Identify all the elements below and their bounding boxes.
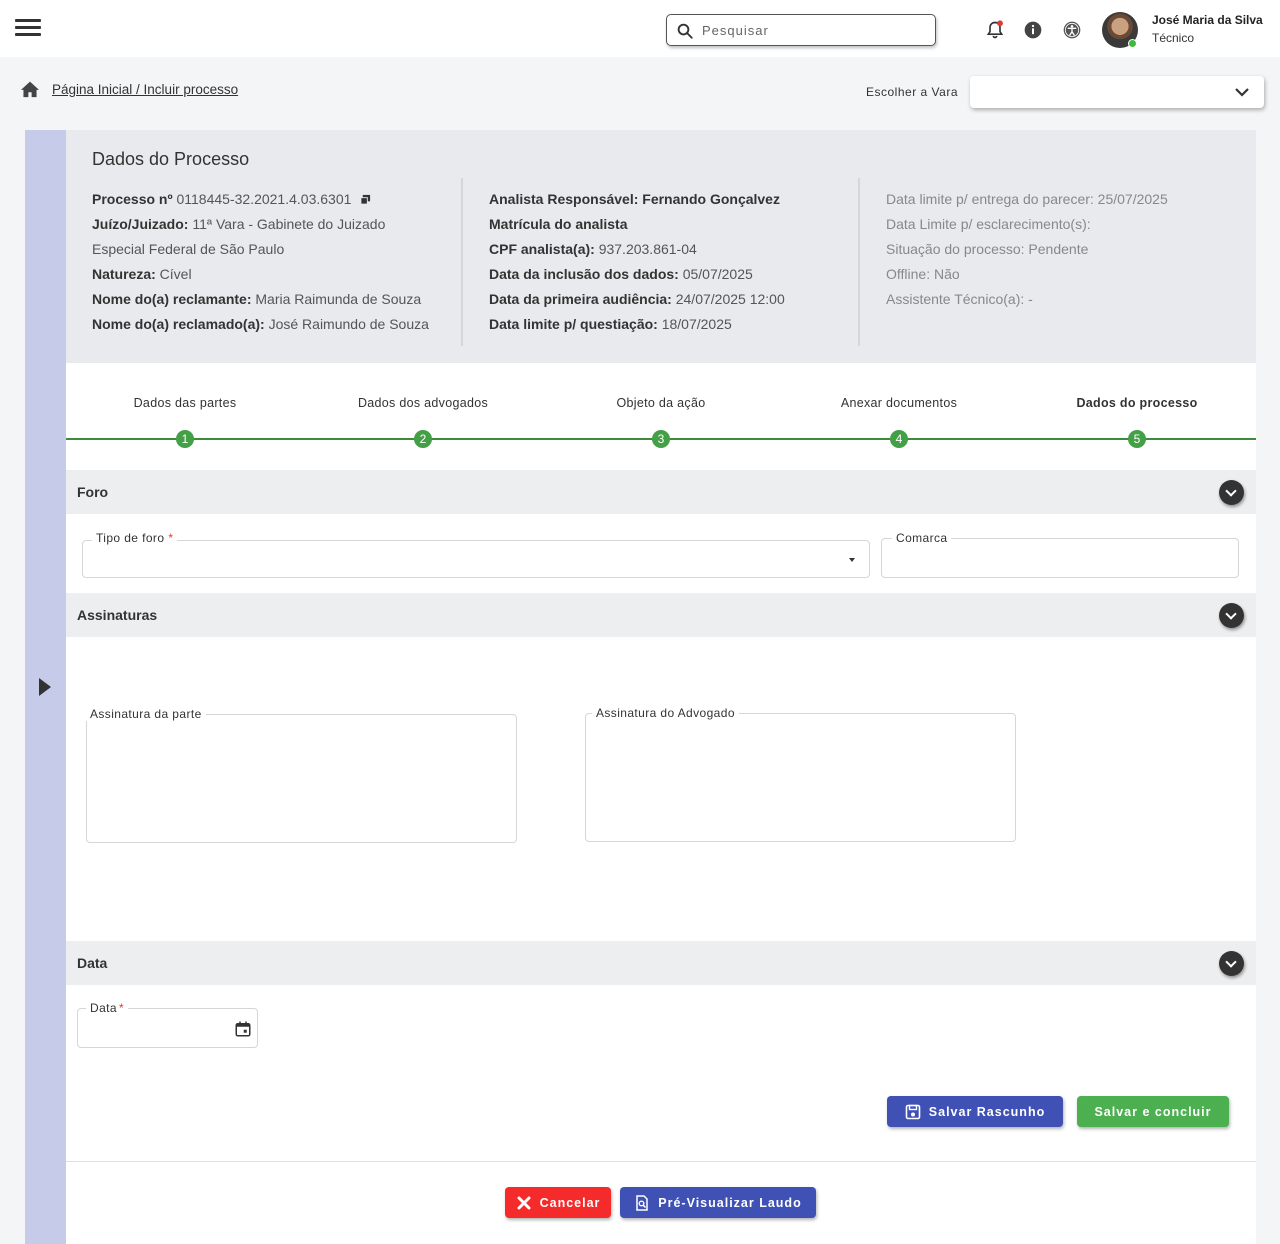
info-icon[interactable] [1023,20,1043,40]
expand-arrow-icon[interactable] [39,678,51,696]
section-data-header[interactable]: Data [66,941,1256,985]
close-icon [517,1196,531,1209]
side-rail [25,130,66,1244]
summary-row: Data da inclusão dos dados: 05/07/2025 [489,266,753,282]
step-label-dados-processo[interactable]: Dados do processo [1037,396,1237,410]
stepper: Dados das partes 1 Dados dos advogados 2… [66,363,1256,470]
user-role: Técnico [1152,31,1195,45]
step-2[interactable]: 2 [414,430,432,448]
bell-icon[interactable] [985,20,1005,40]
summary-row: Nome do(a) reclamado(a): José Raimundo d… [92,316,429,332]
section-assinaturas-header[interactable]: Assinaturas [66,593,1256,637]
summary-row: Especial Federal de São Paulo [92,241,285,257]
pre-visualizar-laudo-button[interactable]: Pré-Visualizar Laudo [620,1187,816,1218]
section-title: Assinaturas [77,607,158,623]
search-icon [677,23,693,39]
vara-select[interactable] [970,76,1264,108]
assinatura-parte-pad[interactable] [86,714,517,843]
summary-row: Analista Responsável: Fernando Gonçalvez [489,191,780,207]
summary-row: Offline: Não [886,266,960,282]
avatar[interactable] [1102,12,1138,48]
user-name: José Maria da Silva [1152,13,1263,27]
divider [461,178,463,346]
main-panel: Dados do Processo Processo nº 0118445-32… [66,130,1256,1244]
home-icon[interactable] [20,80,40,98]
assinatura-advogado-label: Assinatura do Advogado [592,706,739,720]
calendar-icon[interactable] [234,1020,252,1038]
search-input[interactable] [702,20,927,40]
summary-column-2: Analista Responsável: Fernando Gonçalvez… [489,187,785,337]
summary-title: Dados do Processo [92,149,250,169]
summary-row: Data limite p/ questiação: 18/07/2025 [489,316,732,332]
copy-icon[interactable] [360,194,371,205]
search-box[interactable] [666,14,936,46]
divider [858,178,860,346]
collapse-toggle-icon[interactable] [1219,480,1244,505]
summary-column-1: Processo nº 0118445-32.2021.4.03.6301 Ju… [92,187,429,337]
online-status-dot [1128,39,1137,48]
summary-row: CPF analista(a): 937.203.861-04 [489,241,697,257]
chevron-down-icon [1235,88,1249,97]
summary-row: Data Limite p/ esclarecimento(s): [886,216,1091,232]
summary-row: Natureza: Cível [92,266,192,282]
step-3[interactable]: 3 [652,430,670,448]
summary-row: Data limite p/ entrega do parecer: 25/07… [886,191,1168,207]
section-title: Data [77,955,108,971]
step-label-dados-advogados[interactable]: Dados dos advogados [323,396,523,410]
save-icon [905,1104,921,1119]
step-1[interactable]: 1 [176,430,194,448]
step-4[interactable]: 4 [890,430,908,448]
salvar-rascunho-button[interactable]: Salvar Rascunho [887,1096,1063,1127]
vara-label: Escolher a Vara [866,85,958,99]
step-label-dados-partes[interactable]: Dados das partes [85,396,285,410]
tipo-foro-label: Tipo de foro * [92,531,178,545]
cancelar-button[interactable]: Cancelar [505,1187,611,1218]
caret-down-icon [849,558,855,562]
process-summary: Dados do Processo Processo nº 0118445-32… [66,130,1256,363]
top-bar: José Maria da Silva Técnico [0,0,1280,57]
collapse-toggle-icon[interactable] [1219,951,1244,976]
summary-row: Matrícula do analista [489,216,628,232]
menu-icon[interactable] [15,19,41,39]
accessibility-icon[interactable] [1062,20,1082,40]
data-label: Data * [86,1001,129,1015]
salvar-concluir-button[interactable]: Salvar e concluir [1077,1096,1229,1127]
comarca-label: Comarca [892,531,952,545]
breadcrumb[interactable]: Página Inicial / Incluir processo [52,82,238,97]
summary-row: Nome do(a) reclamante: Maria Raimunda de… [92,291,422,307]
step-5[interactable]: 5 [1128,430,1146,448]
summary-row: Situação do processo: Pendente [886,241,1089,257]
divider [66,1161,1256,1162]
assinatura-advogado-pad[interactable] [585,713,1016,842]
summary-row: Processo nº 0118445-32.2021.4.03.6301 [92,187,429,212]
collapse-toggle-icon[interactable] [1219,603,1244,628]
summary-column-3: Data limite p/ entrega do parecer: 25/07… [886,187,1168,312]
summary-row: Assistente Técnico(a): - [886,291,1033,307]
section-title: Foro [77,484,109,500]
tipo-foro-select[interactable] [82,540,870,578]
step-label-objeto-acao[interactable]: Objeto da ação [561,396,761,410]
section-foro-header[interactable]: Foro [66,470,1256,514]
assinatura-parte-label: Assinatura da parte [86,707,206,721]
step-label-anexar-documentos[interactable]: Anexar documentos [799,396,999,410]
summary-row: Juízo/Juizado: 11ª Vara - Gabinete do Ju… [92,216,386,232]
document-preview-icon [636,1194,649,1211]
summary-row: Data da primeira audiência: 24/07/2025 1… [489,291,785,307]
